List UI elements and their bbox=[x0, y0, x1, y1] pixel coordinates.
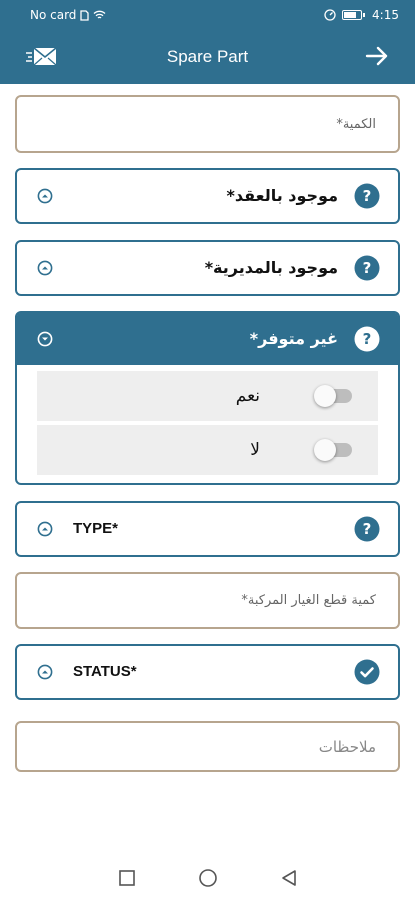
directorate-available-dropdown[interactable]: موجود بالمديرية* ? bbox=[15, 240, 400, 296]
type-dropdown[interactable]: TYPE* ? bbox=[15, 501, 400, 557]
status-label: STATUS* bbox=[73, 663, 137, 680]
help-icon[interactable]: ? bbox=[354, 255, 380, 281]
recent-apps-icon[interactable] bbox=[118, 869, 136, 887]
not-available-label: غير متوفر* bbox=[249, 329, 338, 348]
notes-input[interactable]: ملاحظات bbox=[15, 721, 400, 772]
chevron-up-icon bbox=[37, 521, 53, 537]
svg-text:?: ? bbox=[363, 330, 372, 348]
status-left: No card bbox=[30, 8, 106, 22]
status-bar: No card 4:15 bbox=[0, 0, 415, 30]
mail-icon[interactable] bbox=[26, 46, 58, 68]
toggle-switch-no[interactable] bbox=[314, 439, 352, 461]
option-label-no: لا bbox=[250, 440, 260, 460]
toggle-knob bbox=[314, 385, 336, 407]
status-dropdown[interactable]: STATUS* bbox=[15, 644, 400, 700]
contract-available-header[interactable]: موجود بالعقد* ? bbox=[17, 170, 398, 222]
chevron-down-icon bbox=[37, 331, 53, 347]
system-nav-bar bbox=[0, 856, 415, 900]
installed-parts-quantity-input[interactable]: كمية قطع الغيار المركبة* bbox=[15, 572, 400, 629]
toggle-switch-yes[interactable] bbox=[314, 385, 352, 407]
not-available-header[interactable]: غير متوفر* ? bbox=[17, 313, 398, 365]
chevron-up-icon bbox=[37, 260, 53, 276]
quantity-input[interactable]: الكمية* bbox=[15, 95, 400, 153]
home-icon[interactable] bbox=[198, 868, 218, 888]
toggle-knob bbox=[314, 439, 336, 461]
not-available-dropdown[interactable]: غير متوفر* ? نعم لا bbox=[15, 311, 400, 485]
directorate-available-header[interactable]: موجود بالمديرية* ? bbox=[17, 242, 398, 294]
svg-text:?: ? bbox=[363, 187, 372, 205]
svg-text:?: ? bbox=[363, 520, 372, 538]
type-label: TYPE* bbox=[73, 520, 119, 537]
help-icon[interactable]: ? bbox=[354, 516, 380, 542]
speed-icon bbox=[324, 9, 336, 21]
status-header[interactable]: STATUS* bbox=[17, 646, 398, 698]
type-header[interactable]: TYPE* ? bbox=[17, 503, 398, 555]
help-icon[interactable]: ? bbox=[354, 326, 380, 352]
contract-available-dropdown[interactable]: موجود بالعقد* ? bbox=[15, 168, 400, 224]
arrow-forward-icon[interactable] bbox=[365, 44, 389, 68]
option-row-yes[interactable]: نعم bbox=[37, 371, 378, 421]
status-right: 4:15 bbox=[324, 8, 399, 22]
back-nav-icon[interactable] bbox=[280, 869, 298, 887]
battery-icon bbox=[342, 10, 366, 20]
chevron-up-icon bbox=[37, 188, 53, 204]
wifi-icon bbox=[93, 10, 106, 19]
clock-text: 4:15 bbox=[372, 8, 399, 22]
chevron-up-icon bbox=[37, 664, 53, 680]
option-row-no[interactable]: لا bbox=[37, 425, 378, 475]
svg-text:?: ? bbox=[363, 259, 372, 277]
notes-placeholder: ملاحظات bbox=[318, 737, 376, 756]
check-circle-icon[interactable] bbox=[354, 659, 380, 685]
installed-parts-quantity-placeholder: كمية قطع الغيار المركبة* bbox=[241, 593, 376, 608]
sim-icon bbox=[80, 9, 90, 21]
directorate-available-label: موجود بالمديرية* bbox=[204, 258, 338, 277]
contract-available-label: موجود بالعقد* bbox=[226, 186, 338, 205]
help-icon[interactable]: ? bbox=[354, 183, 380, 209]
app-bar: Spare Part bbox=[0, 30, 415, 84]
carrier-text: No card bbox=[30, 8, 77, 22]
option-label-yes: نعم bbox=[235, 386, 260, 406]
quantity-placeholder: الكمية* bbox=[336, 116, 376, 132]
page-title: Spare Part bbox=[166, 47, 249, 66]
